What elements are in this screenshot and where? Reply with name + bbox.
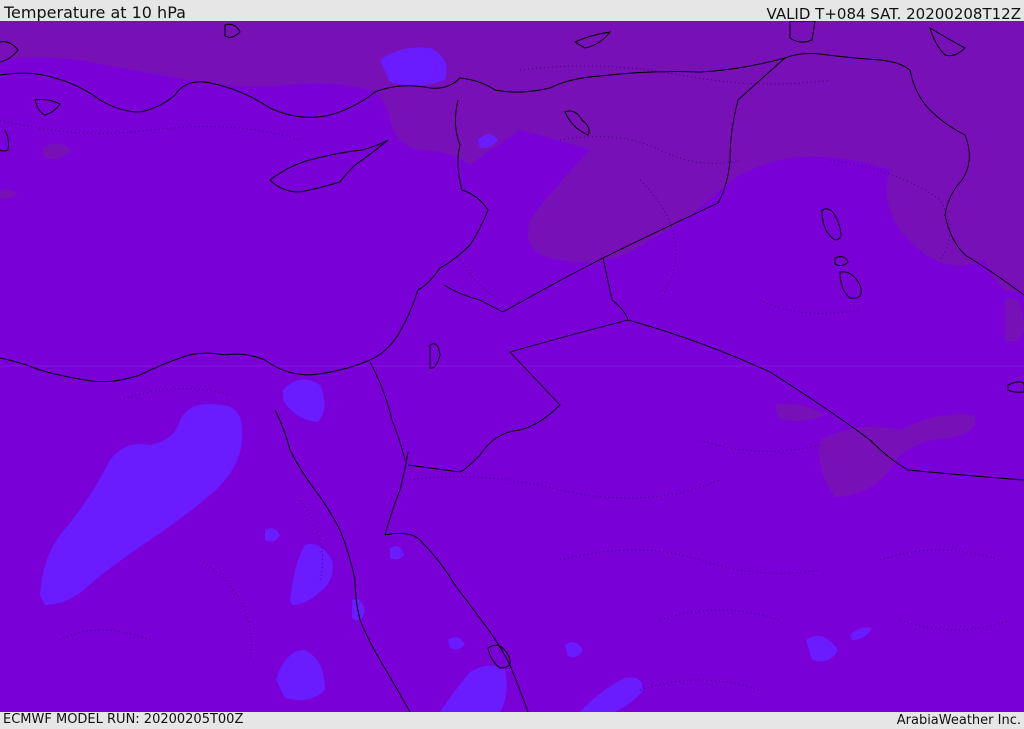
model-run-label: ECMWF MODEL RUN: 20200205T00Z bbox=[3, 712, 244, 727]
header-bar: Temperature at 10 hPa VALID T+084 SAT. 2… bbox=[0, 0, 1024, 23]
credit-label: ArabiaWeather Inc. bbox=[896, 713, 1021, 728]
weather-map[interactable] bbox=[0, 21, 1024, 712]
footer-bar: ECMWF MODEL RUN: 20200205T00Z ArabiaWeat… bbox=[0, 712, 1024, 729]
map-title: Temperature at 10 hPa bbox=[4, 3, 186, 22]
map-canvas bbox=[0, 21, 1024, 712]
